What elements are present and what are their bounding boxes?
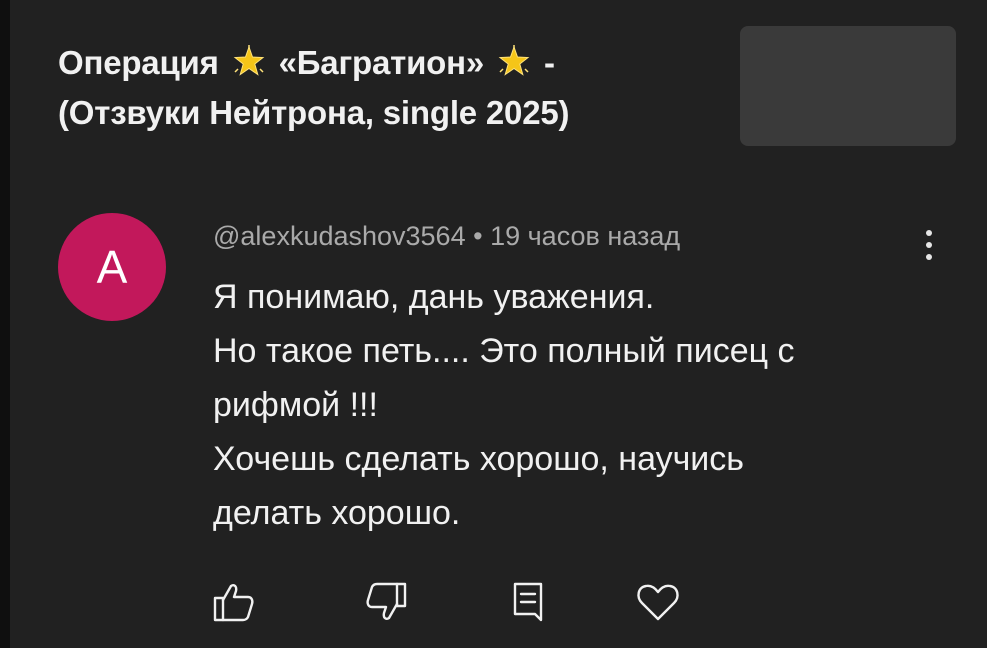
comment-actions: [0, 578, 987, 638]
comment-line: Я понимаю, дань уважения.: [213, 278, 655, 316]
comment-meta: @alexkudashov3564 • 19 часов назад: [213, 218, 680, 254]
video-thumbnail[interactable]: [740, 26, 956, 146]
video-title-part3: -: [543, 44, 555, 81]
dislike-button[interactable]: [362, 578, 410, 626]
video-title-line2: (Отзвуки Нейтрона, single 2025): [58, 94, 570, 131]
comment-line: делать хорошо.: [213, 494, 461, 532]
reply-icon: [513, 582, 543, 622]
heart-icon: [637, 584, 679, 621]
video-title: Операция «Багратион» - (Отзвуки Нейтрона…: [58, 38, 698, 138]
avatar[interactable]: A: [58, 213, 166, 321]
thumb-up-icon: [213, 584, 254, 622]
comment-line: Но такое петь.... Это полный писец с: [213, 332, 795, 370]
meta-separator: •: [473, 221, 483, 251]
video-title-part2: «Багратион»: [278, 44, 485, 81]
video-header[interactable]: Операция «Багратион» - (Отзвуки Нейтрона…: [58, 38, 698, 138]
comment-line: Хочешь сделать хорошо, научись: [213, 440, 745, 478]
comment-line: рифмой !!!: [213, 386, 378, 424]
star-icon: [497, 43, 531, 77]
video-title-part1: Операция: [58, 44, 219, 81]
comment-author[interactable]: @alexkudashov3564: [213, 221, 466, 251]
screen-edge: [0, 0, 10, 648]
comment-text: Я понимаю, дань уважения. Но такое петь.…: [213, 270, 903, 540]
star-icon: [232, 43, 266, 77]
comment-time: 19 часов назад: [490, 221, 681, 251]
heart-button[interactable]: [634, 578, 682, 626]
like-button[interactable]: [210, 578, 258, 626]
thumb-down-icon: [366, 582, 407, 620]
comment-panel: Операция «Багратион» - (Отзвуки Нейтрона…: [10, 0, 987, 648]
more-vert-icon[interactable]: [916, 226, 942, 266]
reply-button[interactable]: [505, 578, 553, 626]
